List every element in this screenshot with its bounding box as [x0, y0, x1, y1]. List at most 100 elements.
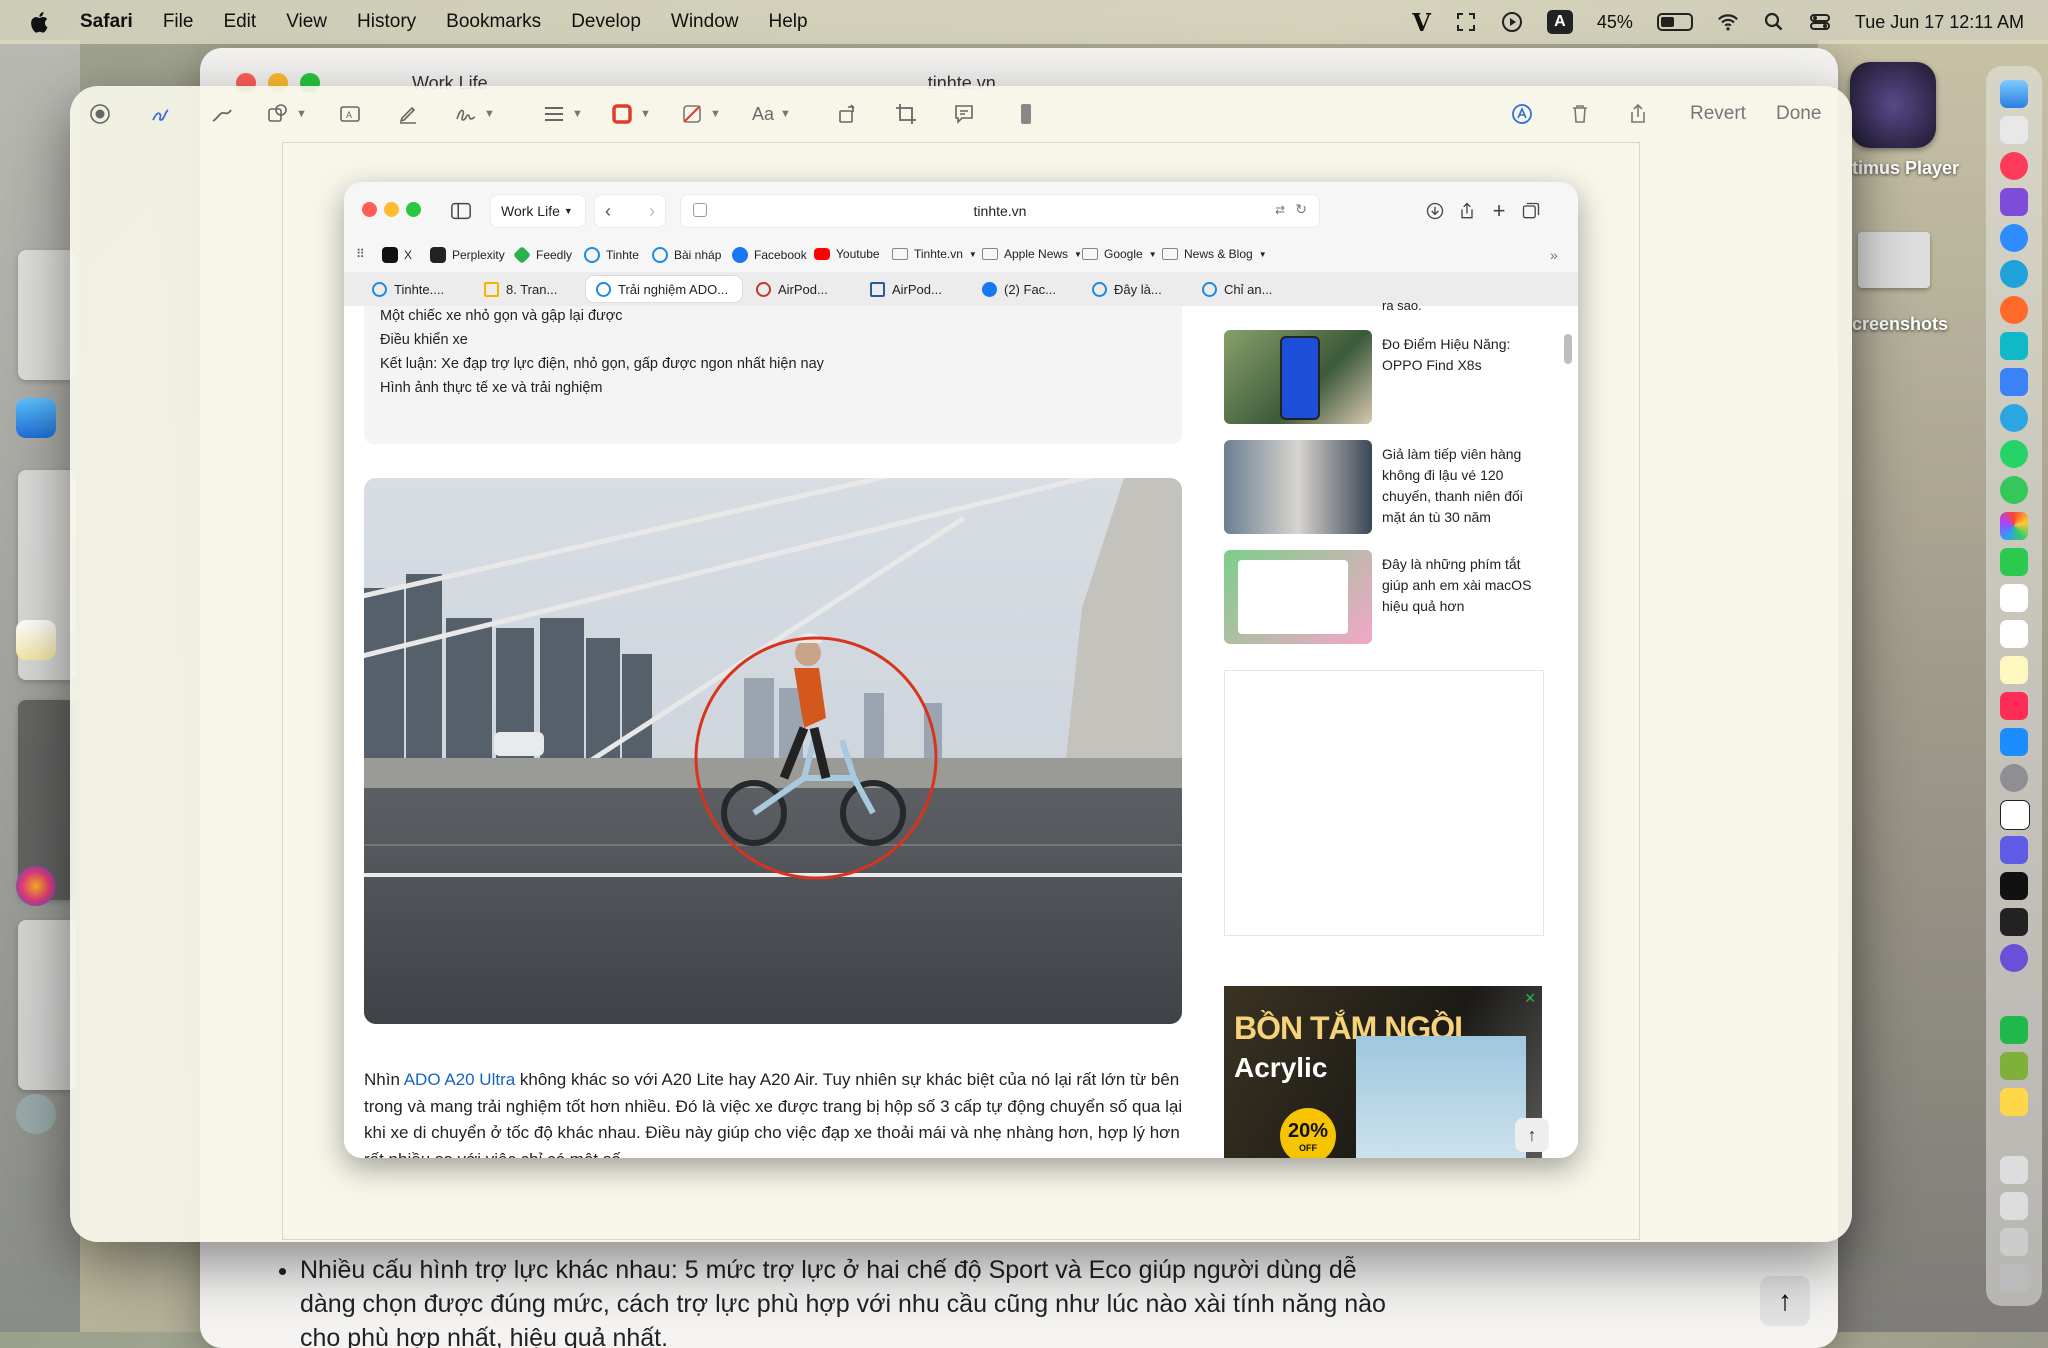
tab[interactable]: Tinhte.... [362, 276, 472, 302]
back-icon[interactable]: ‹ [605, 201, 611, 222]
optimus-player-icon[interactable] [1850, 62, 1936, 148]
menu-view[interactable]: View [286, 11, 327, 33]
settings-icon[interactable] [16, 1094, 56, 1134]
tab[interactable]: AirPod... [746, 276, 856, 302]
related-article-title[interactable]: Đây là những phím tắt giúp anh em xài ma… [1382, 554, 1542, 617]
crop-tool[interactable] [894, 100, 918, 128]
firefox-icon[interactable] [2000, 296, 2028, 324]
mail-icon[interactable] [2000, 368, 2028, 396]
scrollbar-thumb[interactable] [1564, 334, 1572, 364]
tab-group-button[interactable]: Work Life ▼ [490, 194, 586, 228]
description-tool[interactable] [952, 100, 976, 128]
menu-help[interactable]: Help [768, 11, 807, 33]
menu-develop[interactable]: Develop [571, 11, 641, 33]
numbers-icon[interactable] [2000, 1016, 2028, 1044]
notion-icon[interactable] [2000, 800, 2030, 830]
news-icon[interactable] [2000, 692, 2028, 720]
back-forward-buttons[interactable]: ‹ › [594, 194, 666, 228]
tab-overview-button[interactable] [1518, 198, 1544, 224]
menu-history[interactable]: History [357, 11, 416, 33]
control-center-icon[interactable] [1809, 11, 1831, 33]
notes-icon[interactable] [16, 620, 56, 660]
finder-dock-icon[interactable] [2000, 80, 2028, 108]
tab[interactable]: (2) Fac... [972, 276, 1082, 302]
menu-clock[interactable]: Tue Jun 17 12:11 AM [1855, 12, 2024, 33]
x-icon[interactable] [2000, 872, 2028, 900]
search-icon[interactable] [1763, 11, 1785, 33]
app-icon[interactable] [2000, 1088, 2028, 1116]
related-article[interactable]: Đây là những phím tắt giúp anh em xài ma… [1224, 550, 1544, 644]
tab[interactable]: 8. Tran... [474, 276, 584, 302]
tab[interactable]: Chỉ an... [1192, 276, 1302, 302]
tab[interactable]: AirPod... [860, 276, 970, 302]
sidebar-toggle-button[interactable] [448, 198, 474, 224]
page-menu-icon[interactable] [693, 203, 707, 217]
app-icon[interactable] [2000, 944, 2028, 972]
app-icon[interactable] [2000, 908, 2028, 936]
scroll-top-button[interactable]: ↑ [1760, 1276, 1810, 1326]
translate-icon[interactable]: ⇄ [1275, 203, 1285, 217]
app-store-icon[interactable] [2000, 728, 2028, 756]
related-article[interactable]: Đo Điểm Hiệu Năng: OPPO Find X8s [1224, 330, 1544, 424]
facetime-icon[interactable] [2000, 548, 2028, 576]
minimize-button[interactable] [384, 202, 399, 217]
article-thumbnail[interactable] [1224, 550, 1372, 644]
revert-button[interactable]: Revert [1680, 98, 1756, 130]
article-thumbnail[interactable] [1224, 330, 1372, 424]
downloads-icon[interactable] [2000, 1228, 2028, 1256]
share-button[interactable] [1626, 100, 1650, 128]
fill-color-tool[interactable]: ▼ [680, 100, 721, 128]
bookmark-facebook[interactable]: Facebook [732, 247, 807, 263]
launchpad-icon[interactable] [2000, 116, 2028, 144]
zoom-button[interactable] [406, 202, 421, 217]
notes-icon[interactable] [2000, 656, 2028, 684]
text-box-tool[interactable]: A [338, 100, 362, 128]
rotate-tool[interactable] [836, 100, 860, 128]
menu-edit[interactable]: Edit [223, 11, 256, 33]
menu-app-name[interactable]: Safari [80, 11, 133, 33]
shapes-tool[interactable]: ▼ [266, 100, 307, 128]
toc-item[interactable]: Kết luận: Xe đạp trợ lực điện, nhỏ gọn, … [380, 356, 824, 372]
battery-icon[interactable] [1656, 13, 1693, 31]
menu-window[interactable]: Window [671, 11, 739, 33]
sketch-tool[interactable] [150, 100, 174, 128]
bookmark-x[interactable]: X [382, 247, 412, 263]
finder-icon[interactable] [16, 398, 56, 438]
bookmark-youtube[interactable]: Youtube [814, 247, 880, 261]
draw-tool[interactable] [210, 100, 234, 128]
canva-icon[interactable] [2000, 332, 2028, 360]
more-bookmarks-icon[interactable]: » [1550, 247, 1558, 263]
bookmark-drafts[interactable]: Bài nháp [652, 247, 721, 263]
stage-thumbnail[interactable] [18, 920, 76, 1090]
markup-close-button[interactable] [88, 100, 112, 128]
border-color-tool[interactable]: ▼ [610, 100, 651, 128]
expand-icon[interactable] [1455, 11, 1477, 33]
bookmark-feedly[interactable]: Feedly [512, 245, 572, 265]
stage-thumbnail[interactable] [18, 250, 76, 380]
calendar-icon[interactable] [2000, 584, 2028, 612]
close-button[interactable] [362, 202, 377, 217]
reload-icon[interactable]: ↻ [1295, 201, 1307, 218]
telegram-icon[interactable] [2000, 404, 2028, 432]
bookmark-perplexity[interactable]: Perplexity [430, 247, 505, 263]
device-tool[interactable] [1014, 100, 1038, 128]
whatsapp-icon[interactable] [2000, 440, 2028, 468]
trash-icon[interactable] [2000, 1264, 2028, 1292]
new-tab-button[interactable]: + [1486, 198, 1512, 224]
system-settings-icon[interactable] [2000, 764, 2028, 792]
app-icon[interactable] [2000, 1052, 2028, 1080]
grid-icon[interactable]: ⠿ [356, 247, 365, 261]
related-article-title[interactable]: Giả làm tiếp viên hàng không đi lậu vé 1… [1382, 444, 1542, 528]
related-article-title[interactable]: Đo Điểm Hiệu Năng: OPPO Find X8s [1382, 334, 1542, 376]
ad-choices-icon[interactable]: ✕ [1524, 990, 1536, 1007]
tab[interactable]: Đây là... [1082, 276, 1192, 302]
menu-file[interactable]: File [163, 11, 194, 33]
article-thumbnail[interactable] [1224, 440, 1372, 534]
highlight-tool[interactable] [396, 100, 420, 128]
forward-icon[interactable]: › [649, 201, 655, 222]
sidebar-partial-title[interactable]: ra sao. [1382, 298, 1422, 313]
line-style-tool[interactable]: ▼ [542, 100, 583, 128]
ad-banner[interactable]: BỒN TẮM NGỒI Acrylic 20% OFF ✕ [1224, 986, 1542, 1158]
delete-button[interactable] [1568, 100, 1592, 128]
toc-item[interactable]: Điều khiển xe [380, 332, 468, 348]
